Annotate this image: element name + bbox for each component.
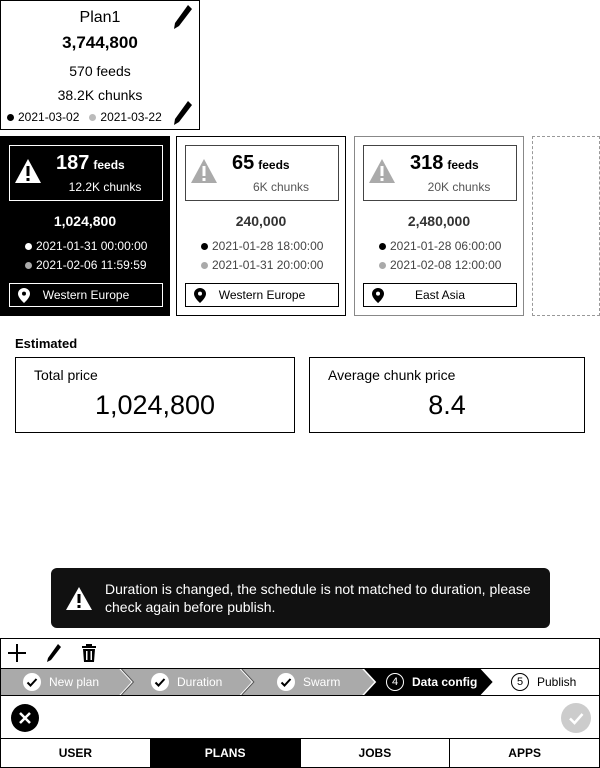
tab-user[interactable]: USER: [1, 739, 151, 767]
swarm-feeds: 187 feeds: [56, 152, 125, 175]
feeds-label: feeds: [447, 158, 479, 172]
swarm-price: 2,480,000: [407, 213, 471, 229]
step-number: 5: [511, 673, 529, 691]
swarm-location-label: Western Europe: [42, 288, 130, 302]
avg-chunk-price-box: Average chunk price 8.4: [309, 357, 585, 433]
step-publish[interactable]: 5 Publish: [511, 669, 576, 695]
confirm-button[interactable]: [561, 703, 591, 733]
feeds-label: feeds: [258, 158, 290, 172]
step-number: 4: [386, 673, 404, 691]
swarm-end: 2021-01-31 20:00:00: [201, 258, 323, 272]
swarm-card-2[interactable]: 65 feeds 6K chunks 240,000 2021-01-28 18:…: [176, 136, 346, 316]
tab-plans[interactable]: PLANS: [150, 739, 301, 767]
step-label: Data config: [412, 675, 478, 689]
plan-title: Plan1: [79, 9, 121, 26]
plan-start: 2021-03-02: [7, 110, 79, 124]
add-swarm-placeholder[interactable]: [532, 136, 600, 316]
tab-apps[interactable]: APPS: [450, 739, 599, 767]
plan-total: 3,744,800: [62, 33, 138, 52]
swarm-location-label: Western Europe: [218, 288, 306, 302]
edit-title-pencil-icon[interactable]: [173, 4, 193, 30]
swarm-header: 318 feeds 20K chunks: [363, 145, 517, 201]
estimated-label: Estimated: [15, 336, 78, 351]
close-icon: [19, 712, 31, 724]
swarm-location[interactable]: Western Europe: [185, 283, 339, 307]
warning-toast: Duration is changed, the schedule is not…: [51, 568, 550, 628]
close-button[interactable]: [11, 704, 39, 732]
swarm-end: 2021-02-08 12:00:00: [379, 258, 501, 272]
location-pin-icon: [194, 288, 206, 303]
swarm-end-date: 2021-02-08 12:00:00: [390, 258, 502, 272]
swarm-location-label: East Asia: [414, 288, 466, 302]
step-new-plan[interactable]: New plan: [23, 669, 99, 695]
avg-chunk-price-value: 8.4: [428, 390, 466, 420]
check-circle-icon: [23, 673, 41, 691]
swarm-header: 187 feeds 12.2K chunks: [9, 145, 163, 201]
plan-start-date: 2021-03-02: [18, 110, 80, 124]
toolbar: [0, 638, 600, 668]
swarm-feeds: 318 feeds: [410, 152, 479, 175]
progress-stepper: New plan Duration Swarm 4 Data config 5 …: [0, 668, 600, 696]
swarm-location[interactable]: East Asia: [363, 283, 517, 307]
step-label: New plan: [49, 675, 100, 689]
total-price-box: Total price 1,024,800: [15, 357, 295, 433]
swarm-start: 2021-01-28 18:00:00: [201, 239, 323, 253]
swarm-end-date: 2021-01-31 20:00:00: [212, 258, 324, 272]
swarm-header: 65 feeds 6K chunks: [185, 145, 339, 201]
location-pin-icon: [372, 288, 384, 303]
check-circle-icon: [277, 673, 295, 691]
total-price-value: 1,024,800: [94, 390, 216, 420]
feeds-label: feeds: [93, 158, 125, 172]
step-swarm[interactable]: Swarm: [277, 669, 340, 695]
swarm-start-date: 2021-01-31 00:00:00: [36, 239, 148, 253]
plan-card[interactable]: Plan1 3,744,800 570 feeds 38.2K chunks 2…: [0, 0, 200, 130]
swarm-end: 2021-02-06 11:59:59: [25, 258, 147, 272]
check-circle-icon: [151, 673, 169, 691]
swarm-card-3[interactable]: 318 feeds 20K chunks 2,480,000 2021-01-28…: [354, 136, 524, 316]
swarm-chunks: 6K chunks: [252, 180, 310, 194]
avg-chunk-price-label: Average chunk price: [328, 367, 456, 383]
step-label: Duration: [177, 675, 223, 689]
swarm-start-date: 2021-01-28 18:00:00: [212, 239, 324, 253]
swarm-price: 240,000: [235, 213, 287, 229]
plan-chunks: 38.2K chunks: [57, 87, 143, 103]
plan-dates: 2021-03-02 2021-03-22: [7, 110, 162, 124]
swarm-card-1[interactable]: 187 feeds 12.2K chunks 1,024,800 2021-01-…: [0, 136, 170, 316]
bottom-nav: USER PLANS JOBS APPS: [0, 738, 600, 768]
feeds-count: 187: [56, 152, 90, 174]
trash-icon[interactable]: [79, 643, 99, 663]
swarm-chunks: 20K chunks: [427, 180, 491, 194]
swarm-location[interactable]: Western Europe: [9, 283, 163, 307]
step-label: Swarm: [303, 675, 341, 689]
edit-dates-pencil-icon[interactable]: [173, 100, 193, 126]
swarm-feeds: 65 feeds: [232, 152, 290, 175]
total-price-label: Total price: [34, 367, 98, 383]
warning-icon: [66, 587, 92, 610]
swarm-price: 1,024,800: [53, 213, 117, 229]
plan-end-date: 2021-03-22: [100, 110, 162, 124]
step-label: Publish: [537, 675, 577, 689]
plan-end: 2021-03-22: [89, 110, 162, 124]
feeds-count: 318: [410, 152, 444, 174]
tab-jobs[interactable]: JOBS: [301, 739, 451, 767]
swarm-start-date: 2021-01-28 06:00:00: [390, 239, 502, 253]
swarm-chunks: 12.2K chunks: [68, 180, 142, 194]
swarm-start: 2021-01-31 00:00:00: [25, 239, 147, 253]
swarm-start: 2021-01-28 06:00:00: [379, 239, 501, 253]
feeds-count: 65: [232, 152, 255, 174]
add-icon[interactable]: [7, 643, 27, 663]
action-row: [0, 696, 600, 738]
step-duration[interactable]: Duration: [151, 669, 222, 695]
check-icon: [569, 713, 584, 725]
toast-message: Duration is changed, the schedule is not…: [105, 581, 531, 615]
step-data-config[interactable]: 4 Data config: [386, 669, 477, 695]
location-pin-icon: [18, 288, 30, 303]
swarm-end-date: 2021-02-06 11:59:59: [36, 258, 147, 272]
plan-feeds: 570 feeds: [69, 63, 131, 79]
edit-pencil-icon[interactable]: [45, 643, 65, 663]
